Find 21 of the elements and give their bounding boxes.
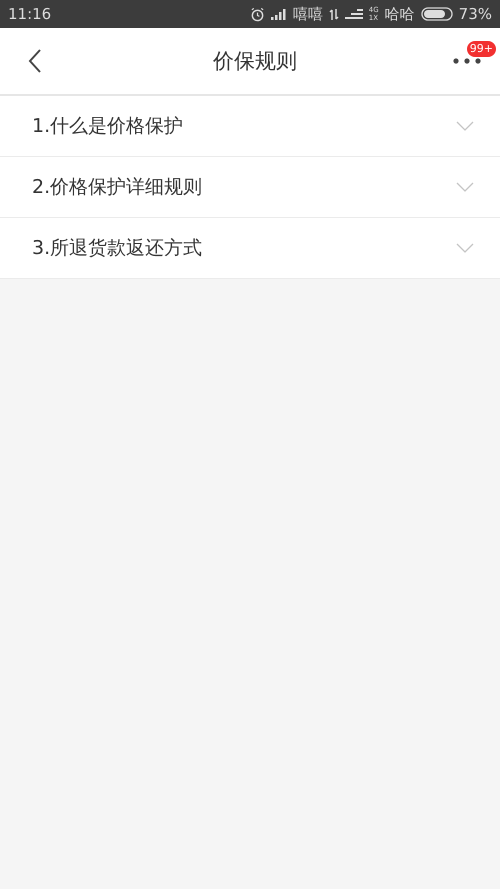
chevron-icon [456,182,474,192]
alarm-clock-icon [250,6,265,22]
battery-icon [420,7,453,21]
carrier-name: 嘻嘻 [292,4,323,24]
status-time: 11:16 [8,5,52,23]
section-title: 2.价格保护详细规则 [32,175,202,200]
page-title: 价保规则 [213,48,297,75]
carrier-name: 哈哈 [384,4,415,24]
accordion-item[interactable]: 2.价格保护详细规则 [0,157,500,218]
section-title: 3.所退货款返还方式 [32,236,202,261]
chevron-icon [456,243,474,253]
notification-badge: 99+ [466,41,496,57]
chevron-icon [456,121,474,131]
more-icon [452,57,482,65]
data-arrows-icon [328,8,339,20]
signal-icon [270,8,287,20]
accordion-item[interactable]: 3.所退货款返还方式 [0,218,500,279]
accordion-item[interactable]: 1.什么是价格保护 [0,96,500,157]
section-title: 1.什么是价格保护 [32,114,184,139]
signal-icon [344,8,363,20]
battery-percent: 73% [458,5,492,23]
